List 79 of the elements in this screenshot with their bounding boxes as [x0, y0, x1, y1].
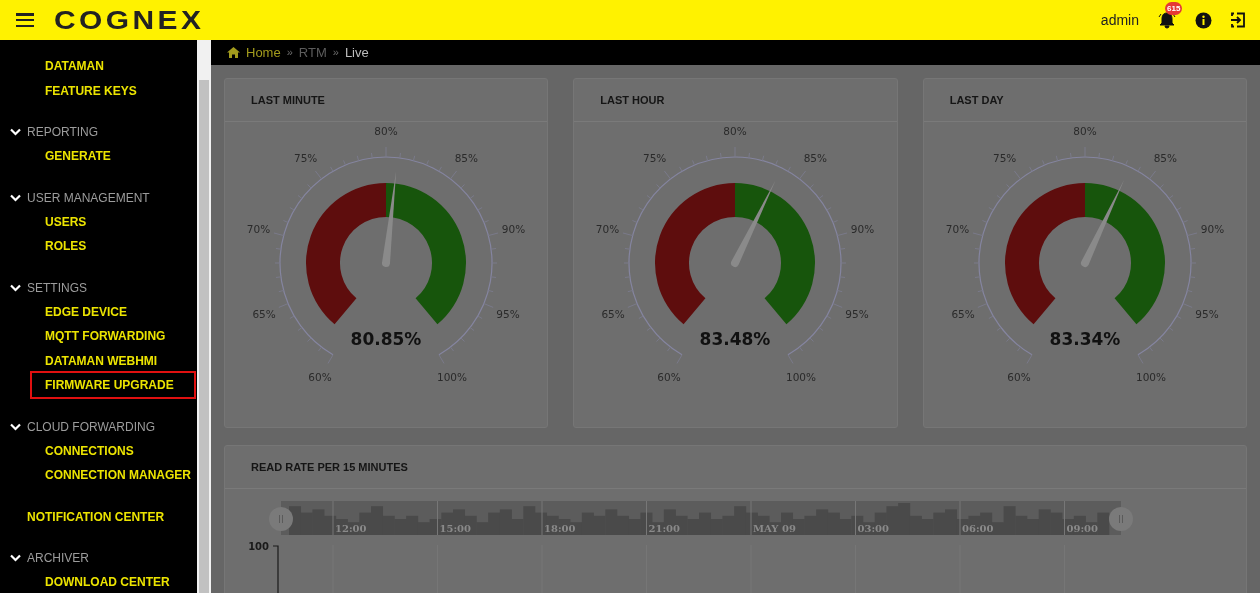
time-label: 03:00: [857, 523, 890, 534]
chevron-icon: [10, 283, 21, 292]
range-handle[interactable]: [1109, 507, 1133, 531]
scale-label: 60%: [657, 371, 682, 384]
scale-label: 85%: [804, 152, 828, 165]
card-title: LAST HOUR: [600, 92, 665, 108]
scale-label: 100%: [437, 371, 468, 384]
group-label: USER MANAGEMENT: [27, 189, 150, 207]
scale-label: 100%: [786, 371, 817, 384]
scale-label: 95%: [496, 307, 520, 320]
breadcrumb-separator: »: [286, 45, 293, 61]
scale-label: 100%: [1135, 371, 1166, 384]
group-label: SETTINGS: [27, 279, 87, 297]
scale-label: 80%: [1073, 125, 1097, 137]
sidebar-item[interactable]: FIRMWARE UPGRADE: [30, 371, 196, 400]
scale-label: 70%: [945, 222, 969, 235]
scale-label: 85%: [454, 152, 479, 165]
scale-label: 80%: [723, 125, 748, 137]
home-icon: [227, 47, 240, 58]
sidebar-group[interactable]: REPORTING: [0, 120, 197, 144]
time-label: MAY 09: [753, 523, 796, 534]
time-label: 09:00: [1066, 523, 1099, 534]
scale-label: 70%: [596, 222, 620, 235]
card-title: READ RATE PER 15 MINUTES: [251, 459, 408, 475]
bell-icon: [1158, 11, 1176, 29]
sidebar-group[interactable]: USER MANAGEMENT: [0, 185, 197, 210]
scale-label: 75%: [294, 152, 318, 165]
scale-label: 60%: [308, 371, 332, 384]
gauge-value: 83.48%: [700, 329, 771, 349]
info-icon[interactable]: [1195, 11, 1212, 29]
notification-badge: 615: [1165, 2, 1183, 15]
scale-label: 70%: [247, 222, 271, 235]
chevron-icon: [10, 193, 21, 202]
user-name: admin: [1100, 10, 1139, 30]
scale-label: 75%: [992, 152, 1017, 165]
sidebar-group[interactable]: ARCHIVER: [0, 545, 197, 570]
scale-label: 80%: [374, 125, 398, 137]
scale-label: 90%: [502, 222, 526, 235]
sidebar-group[interactable]: CLOUD FORWARDING: [0, 414, 197, 439]
logo: COGNEX: [54, 7, 205, 33]
card-title: LAST DAY: [949, 92, 1004, 108]
scale-label: 90%: [1200, 222, 1224, 235]
gauge-value: 80.85%: [350, 329, 422, 349]
scale-label: 95%: [845, 307, 870, 320]
group-label: CLOUD FORWARDING: [27, 418, 155, 436]
sidebar-item[interactable]: NOTIFICATION CENTER: [0, 504, 197, 529]
group-label: ARCHIVER: [27, 549, 89, 567]
y-axis: [272, 545, 279, 593]
scale-label: 75%: [643, 152, 667, 165]
time-label: 06:00: [962, 523, 994, 534]
range-handle[interactable]: [269, 507, 293, 531]
chevron-icon: [10, 422, 21, 431]
scale-label: 90%: [851, 222, 875, 235]
axis-label: 100: [248, 541, 269, 552]
breadcrumb-link[interactable]: Home: [246, 42, 281, 63]
scale-label: 65%: [252, 307, 276, 320]
scale-label: 95%: [1195, 307, 1219, 320]
sidebar-item[interactable]: GENERATE: [30, 142, 126, 171]
scale-label: 60%: [1007, 371, 1031, 384]
group-label: REPORTING: [27, 124, 99, 141]
menu-icon[interactable]: [16, 13, 34, 27]
breadcrumb-separator: »: [332, 45, 339, 61]
notification-button[interactable]: [1157, 10, 1177, 30]
chevron-icon: [10, 128, 21, 136]
gauge-value: 83.34%: [1049, 329, 1121, 349]
time-label: 21:00: [648, 523, 681, 534]
chevron-icon: [10, 553, 21, 562]
sidebar-item[interactable]: DOWNLOAD CENTER: [30, 567, 185, 593]
breadcrumb-link[interactable]: Live: [344, 42, 369, 63]
scale-label: 65%: [601, 307, 626, 320]
time-label: 12:00: [335, 523, 367, 534]
time-label: 18:00: [544, 523, 576, 534]
scale-label: 65%: [951, 307, 975, 320]
card-title: LAST MINUTE: [251, 92, 325, 108]
scrollbar[interactable]: [197, 40, 211, 593]
sidebar-group[interactable]: SETTINGS: [0, 275, 197, 300]
logout-icon[interactable]: [1230, 12, 1246, 28]
time-label: 15:00: [439, 523, 472, 534]
scale-label: 85%: [1153, 152, 1177, 165]
